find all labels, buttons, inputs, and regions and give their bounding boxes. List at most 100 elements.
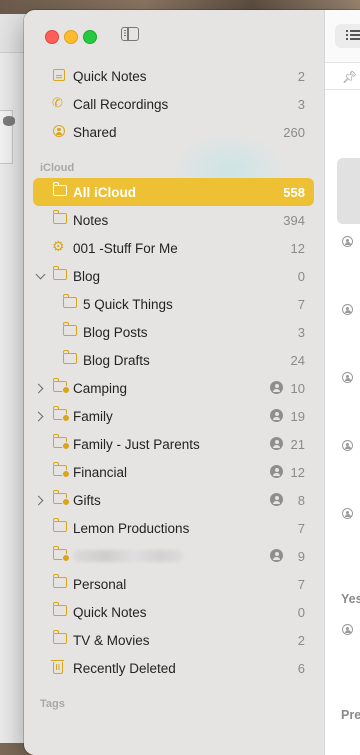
- shared-person-icon: [270, 465, 283, 478]
- sidebar-toggle-icon[interactable]: [121, 27, 139, 41]
- shared-person-icon: [342, 304, 353, 315]
- disclosure-chevron-right-icon[interactable]: [33, 383, 44, 394]
- item-count: 3: [297, 96, 305, 112]
- sidebar-item-label: Shared: [73, 124, 117, 140]
- sidebar-item-001-stuff-for-me[interactable]: ⚙ 001 -Stuff For Me 12: [33, 234, 314, 262]
- folder-icon: [52, 182, 67, 196]
- shared-folder-icon: [52, 434, 70, 450]
- sidebar-item-5-quick-things[interactable]: 5 Quick Things 7: [33, 290, 314, 318]
- item-count: 0: [297, 604, 305, 620]
- disclosure-chevron-right-icon[interactable]: [33, 411, 44, 422]
- shared-folder-icon: [52, 546, 70, 562]
- sidebar-item-notes[interactable]: Notes 394: [33, 206, 314, 234]
- sidebar-item-label: Personal: [73, 576, 127, 592]
- sidebar: Quick Notes 2 ✆ Call Recordings 3 Shared…: [24, 10, 325, 755]
- item-count: 21: [290, 436, 305, 452]
- shared-person-icon: [270, 381, 283, 394]
- close-button[interactable]: [45, 30, 59, 44]
- section-header-icloud: iCloud: [40, 162, 75, 174]
- sidebar-item-quick-notes-folder[interactable]: Quick Notes 0: [33, 598, 314, 626]
- selected-note-row[interactable]: [337, 158, 360, 224]
- folder-icon: [62, 350, 77, 364]
- group-header-previous: Pre: [341, 708, 360, 722]
- item-count: 2: [297, 68, 305, 84]
- folder-icon: [52, 574, 67, 588]
- item-count: 8: [297, 492, 305, 508]
- disclosure-chevron-right-icon[interactable]: [33, 495, 44, 506]
- shared-person-icon: [270, 409, 283, 422]
- item-count: 12: [290, 464, 305, 480]
- item-count: 3: [297, 324, 305, 340]
- sidebar-item-call-recordings[interactable]: ✆ Call Recordings 3: [33, 90, 314, 118]
- disk-icon: [3, 116, 15, 126]
- smart-folder-gear-icon: ⚙: [52, 238, 65, 254]
- folder-icon: [52, 210, 67, 224]
- item-count: 7: [297, 520, 305, 536]
- shared-person-icon: [270, 493, 283, 506]
- sidebar-item-label: Notes: [73, 212, 109, 228]
- sidebar-item-label: 5 Quick Things: [83, 296, 173, 312]
- quick-notes-icon: [53, 69, 65, 81]
- shared-person-icon: [342, 624, 353, 635]
- sidebar-item-quick-notes[interactable]: Quick Notes 2: [33, 62, 314, 90]
- item-count: 0: [297, 268, 305, 284]
- folder-icon: [52, 602, 67, 616]
- list-view-button[interactable]: [335, 24, 360, 48]
- section-header-tags: Tags: [40, 698, 65, 710]
- item-count: 10: [290, 380, 305, 396]
- folder-icon: [62, 294, 77, 308]
- note-list-toolbar: [325, 10, 360, 63]
- shared-person-icon: [342, 508, 353, 519]
- shared-person-icon: [342, 236, 353, 247]
- group-header-yesterday: Yes: [341, 592, 360, 606]
- sidebar-item-recently-deleted[interactable]: Recently Deleted 6: [33, 654, 314, 682]
- disclosure-chevron-down-icon[interactable]: [35, 269, 46, 280]
- item-count: 394: [283, 212, 305, 228]
- item-count: 7: [297, 576, 305, 592]
- sidebar-item-redacted[interactable]: 9: [33, 542, 314, 570]
- sidebar-item-blog-posts[interactable]: Blog Posts 3: [33, 318, 314, 346]
- sidebar-item-label: Camping: [73, 380, 128, 396]
- sidebar-item-label: 001 -Stuff For Me: [73, 240, 178, 256]
- sidebar-item-family[interactable]: Family 19: [33, 402, 314, 430]
- sidebar-item-label: Financial: [73, 464, 128, 480]
- sidebar-item-label: Blog Drafts: [83, 352, 150, 368]
- sidebar-item-label: Blog Posts: [83, 324, 148, 340]
- pin-icon: 📌︎: [342, 70, 358, 84]
- shared-folder-icon: [52, 490, 70, 506]
- item-count: 2: [297, 632, 305, 648]
- sidebar-item-label: Gifts: [73, 492, 101, 508]
- sidebar-item-tv-and-movies[interactable]: TV & Movies 2: [33, 626, 314, 654]
- sidebar-item-camping[interactable]: Camping 10: [33, 374, 314, 402]
- sidebar-item-family-just-parents[interactable]: Family - Just Parents 21: [33, 430, 314, 458]
- shared-folder-icon: [52, 378, 70, 394]
- sidebar-item-shared[interactable]: Shared 260: [33, 118, 314, 146]
- sidebar-item-all-icloud[interactable]: All iCloud 558: [33, 178, 314, 206]
- sidebar-item-label: Blog: [73, 268, 101, 284]
- sidebar-item-label: Recently Deleted: [73, 660, 176, 676]
- sidebar-item-label: TV & Movies: [73, 632, 150, 648]
- folder-icon: [52, 518, 67, 532]
- item-count: 12: [290, 240, 305, 256]
- sidebar-item-personal[interactable]: Personal 7: [33, 570, 314, 598]
- sidebar-item-label: Call Recordings: [73, 96, 169, 112]
- sidebar-item-lemon-productions[interactable]: Lemon Productions 7: [33, 514, 314, 542]
- shared-person-icon: [342, 372, 353, 383]
- zoom-button[interactable]: [83, 30, 97, 44]
- shared-folder-icon: [52, 462, 70, 478]
- item-count: 558: [283, 184, 305, 200]
- phone-icon: ✆: [52, 95, 63, 110]
- item-count: 24: [290, 352, 305, 368]
- sidebar-item-blog[interactable]: Blog 0: [33, 262, 314, 290]
- sidebar-item-gifts[interactable]: Gifts 8: [33, 486, 314, 514]
- item-count: 260: [283, 124, 305, 140]
- shared-folder-icon: [52, 406, 70, 422]
- item-count: 19: [290, 408, 305, 424]
- minimize-button[interactable]: [64, 30, 78, 44]
- note-list: 📌︎ Yes Pre: [325, 10, 360, 755]
- divider: [325, 89, 360, 90]
- sidebar-item-financial[interactable]: Financial 12: [33, 458, 314, 486]
- sidebar-item-blog-drafts[interactable]: Blog Drafts 24: [33, 346, 314, 374]
- sidebar-item-label: Lemon Productions: [73, 520, 190, 536]
- sidebar-item-label: Family - Just Parents: [73, 436, 200, 452]
